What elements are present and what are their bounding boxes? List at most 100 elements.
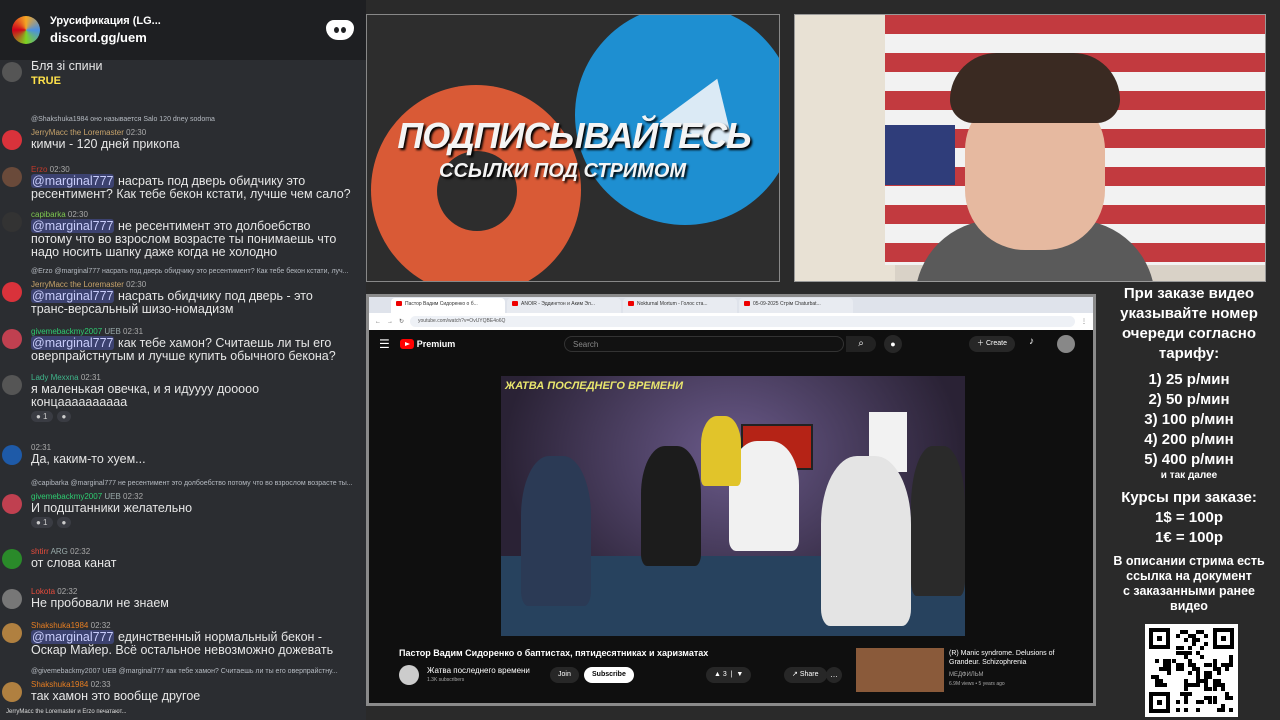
join-button[interactable]: Join xyxy=(550,667,579,683)
username-label: Lady Mexxna xyxy=(31,373,79,382)
tariff: 1) 25 р/мин xyxy=(1148,371,1230,388)
username[interactable]: capibarka 02:30 xyxy=(31,210,88,219)
subscribe-button[interactable]: Subscribe xyxy=(584,667,634,683)
reply-preview[interactable]: @Erzo @marginal777 насрать под дверь оби… xyxy=(31,268,349,275)
back-icon[interactable]: ← xyxy=(375,319,381,325)
mention[interactable]: @marginal777 xyxy=(31,219,115,233)
forward-icon[interactable]: → xyxy=(387,319,393,325)
channel-name[interactable]: Жатва последнего времени xyxy=(427,666,530,675)
bell-icon[interactable]: ♪ xyxy=(1029,336,1034,347)
username[interactable]: shtirr ARG 02:32 xyxy=(31,547,90,556)
server-name: Урусификация (LG... xyxy=(50,15,161,27)
qr-module xyxy=(1196,638,1201,643)
mention[interactable]: @marginal777 xyxy=(31,289,115,303)
username[interactable]: givemebackmy2007 UEB 02:31 xyxy=(31,327,143,336)
username-label: givemebackmy2007 xyxy=(31,492,103,501)
like-button[interactable]: ▲ 3 | ▼ xyxy=(706,667,752,683)
user-badge: ARG xyxy=(48,547,68,556)
desc-line: с заказанными ранее xyxy=(1122,584,1255,598)
more-options-icon[interactable]: … xyxy=(826,667,842,683)
youtube-logo[interactable]: Premium xyxy=(399,339,455,349)
tab-1[interactable]: Пастор Вадим Сидоренко о б... xyxy=(391,298,505,313)
search-input[interactable]: Search xyxy=(564,336,844,352)
mention[interactable]: @marginal777 xyxy=(31,336,115,350)
chat-panel: Урусификация (LG... discord.gg/uem Бля з… xyxy=(0,0,366,720)
username-label: givemebackmy2007 xyxy=(31,327,103,336)
username[interactable]: Lokota 02:32 xyxy=(31,587,77,596)
info-line: очереди согласно xyxy=(1121,325,1257,342)
avatar[interactable] xyxy=(2,589,22,609)
subscriber-count: 1.3K subscribers xyxy=(427,677,465,683)
reaction-chip[interactable]: ● xyxy=(56,411,72,422)
qr-module xyxy=(1175,634,1180,639)
create-button[interactable]: ＋ Create xyxy=(969,336,1015,352)
username[interactable]: JerryMacc the Loremaster 02:30 xyxy=(31,280,146,289)
qr-module xyxy=(1196,683,1201,688)
timestamp: 02:30 xyxy=(65,210,88,219)
timestamp: 02:32 xyxy=(120,492,144,501)
search-icon[interactable]: ⌕ xyxy=(846,336,876,352)
recommended-channel[interactable]: МЕДФИЛЬМ xyxy=(949,672,984,678)
avatar[interactable] xyxy=(2,445,22,465)
reaction-chip[interactable]: ● 1 xyxy=(31,517,53,528)
recommended-thumbnail[interactable] xyxy=(856,648,944,692)
username[interactable]: givemebackmy2007 UEB 02:32 xyxy=(31,492,143,501)
invite-link[interactable]: discord.gg/uem xyxy=(50,30,326,45)
avatar[interactable] xyxy=(2,623,22,643)
reply-preview[interactable]: @givemebackmy2007 UEB @marginal777 как т… xyxy=(31,668,338,675)
youtube-tab-icon xyxy=(512,301,518,307)
username[interactable]: JerryMacc the Loremaster 02:30 xyxy=(31,128,146,137)
username[interactable]: 02:31 xyxy=(31,443,51,452)
share-icon: ↗ xyxy=(792,671,798,678)
url-field[interactable]: youtube.com/watch?v=OvUYQBE4o6Q xyxy=(410,316,1075,327)
tariff: 2) 50 р/мин xyxy=(1148,391,1230,408)
mic-icon[interactable]: ● xyxy=(884,335,902,353)
tariff-etc: и так далее xyxy=(1160,470,1218,481)
avatar[interactable] xyxy=(2,375,22,395)
reload-icon[interactable]: ↻ xyxy=(399,318,404,325)
avatar[interactable] xyxy=(2,62,22,82)
tab-3-label: Nokturnal Mortum - Голос ста... xyxy=(637,301,708,307)
tab-2[interactable]: ANOIR - Эддингтон и Аким Эл... xyxy=(507,298,621,313)
username[interactable]: Lady Mexxna 02:31 xyxy=(31,373,101,382)
menu-icon[interactable]: ⋮ xyxy=(1081,318,1087,325)
mention[interactable]: @marginal777 xyxy=(31,174,115,188)
avatar[interactable] xyxy=(2,549,22,569)
streamer xyxy=(915,45,1155,281)
username[interactable]: Erzo 02:30 xyxy=(31,165,70,174)
tab-4[interactable]: 05-09-2025 Стрім Chaturbat... xyxy=(739,298,853,313)
avatar[interactable] xyxy=(2,212,22,232)
timestamp: 02:31 xyxy=(31,443,52,452)
avatar[interactable] xyxy=(2,682,22,702)
message-text: Да, каким-то хуем... xyxy=(31,452,146,466)
reply-preview[interactable]: @capibarka @marginal777 не ресентимент э… xyxy=(31,480,353,487)
qr-finder xyxy=(1213,628,1234,649)
server-icon xyxy=(12,16,40,44)
avatar[interactable] xyxy=(2,494,22,514)
thumbs-down-icon[interactable]: ▼ xyxy=(736,671,743,678)
recommended-title[interactable]: (R) Manic syndrome. Delusions of Grandeu… xyxy=(949,649,1079,667)
qr-module xyxy=(1187,650,1192,655)
username[interactable]: Shakshuka1984 02:32 xyxy=(31,621,111,630)
username[interactable]: Shakshuka1984 02:33 xyxy=(31,680,111,689)
qr-code[interactable] xyxy=(1145,624,1238,717)
reaction-chip[interactable]: ● 1 xyxy=(31,411,53,422)
desc-line: В описании стрима есть xyxy=(1113,554,1265,568)
emote: TRUE xyxy=(31,75,61,87)
reply-preview[interactable]: @Shakshuka1984 оно называется Salo 120 d… xyxy=(31,116,215,123)
avatar[interactable] xyxy=(2,329,22,349)
avatar[interactable] xyxy=(1057,335,1075,353)
channel-avatar[interactable] xyxy=(399,665,419,685)
avatar[interactable] xyxy=(2,130,22,150)
reaction-chip[interactable]: ● xyxy=(56,517,72,528)
mention[interactable]: @marginal777 xyxy=(31,630,115,644)
video-player[interactable]: ЖАТВА ПОСЛЕДНЕГО ВРЕМЕНИ xyxy=(501,376,965,636)
tab-1-label: Пастор Вадим Сидоренко о б... xyxy=(405,301,478,307)
avatar[interactable] xyxy=(2,167,22,187)
qr-module xyxy=(1155,658,1160,663)
share-button[interactable]: ↗ Share xyxy=(784,667,827,683)
tab-3[interactable]: Nokturnal Mortum - Голос ста... xyxy=(623,298,737,313)
username-label: JerryMacc the Loremaster xyxy=(31,280,124,289)
hamburger-icon[interactable]: ☰ xyxy=(379,337,390,351)
avatar[interactable] xyxy=(2,282,22,302)
